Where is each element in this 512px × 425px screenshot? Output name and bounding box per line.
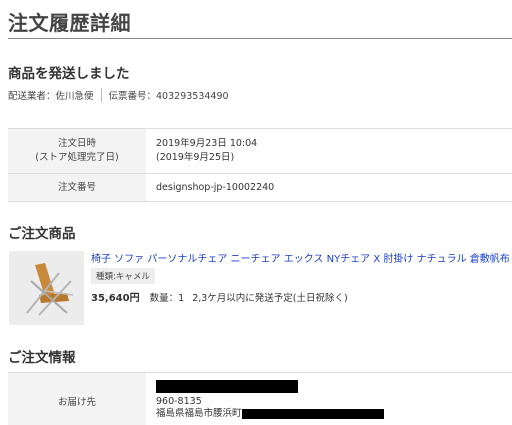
postal-code: 960-8135 bbox=[156, 396, 202, 407]
order-number-label: 注文番号 bbox=[8, 173, 146, 202]
table-row: 注文番号 designshop-jp-10002240 bbox=[8, 173, 512, 202]
order-number-value: designshop-jp-10002240 bbox=[146, 173, 512, 202]
carrier-text: 配送業者：佐川急便 bbox=[8, 91, 94, 102]
title-divider bbox=[8, 38, 512, 39]
shipping-info: 配送業者：佐川急便 伝票番号：403293534490 bbox=[8, 88, 229, 102]
delivery-address-value: 960-8135 福島県福島市腰浜町 bbox=[146, 372, 512, 425]
order-date-label: 注文日時 (ストア処理完了日) bbox=[8, 128, 146, 174]
delivery-address-label: お届け先 bbox=[8, 372, 146, 425]
order-number-label-text: 注文番号 bbox=[57, 181, 96, 193]
order-date-text: 2019年9月23日 10:04 bbox=[156, 138, 258, 149]
product-price: 35,640円 bbox=[91, 293, 140, 304]
store-processed-label-line: (ストア処理完了日) bbox=[35, 152, 119, 163]
product-image[interactable] bbox=[9, 251, 84, 325]
delivery-estimate: 2,3ケ月以内に発送予定(土日祝除く) bbox=[192, 293, 348, 304]
tracking-number: 伝票番号：403293534490 bbox=[108, 91, 229, 102]
product-price-row: 35,640円 数量：1 2,3ケ月以内に発送予定(土日祝除く) bbox=[91, 289, 348, 304]
address-text: 福島県福島市腰浜町 bbox=[156, 408, 242, 419]
ordered-items-heading: ご注文商品 bbox=[8, 226, 76, 242]
chair-icon bbox=[9, 251, 84, 325]
order-number-text: designshop-jp-10002240 bbox=[156, 181, 275, 193]
product-variant-badge: 種類:キャメル bbox=[91, 268, 155, 284]
shipping-separator bbox=[100, 88, 102, 102]
order-date-label-line: 注文日時 bbox=[57, 138, 96, 149]
order-date-value: 2019年9月23日 10:04 (2019年9月25日) bbox=[146, 128, 512, 174]
page-title: 注文履歴詳細 bbox=[8, 11, 131, 35]
store-processed-date-text: (2019年9月25日) bbox=[156, 152, 235, 163]
product-quantity: 数量：1 bbox=[149, 293, 185, 304]
order-info-table: お届け先 960-8135 福島県福島市腰浜町 bbox=[8, 372, 512, 425]
order-details-table: 注文日時 (ストア処理完了日) 2019年9月23日 10:04 (2019年9… bbox=[8, 128, 512, 202]
redacted-recipient-name bbox=[156, 380, 298, 393]
order-info-heading: ご注文情報 bbox=[8, 350, 76, 366]
redacted-address bbox=[241, 408, 384, 419]
product-name-link[interactable]: 椅子 ソファ パーソナルチェア ニーチェア エックス NYチェア X 肘掛け ナ… bbox=[91, 250, 510, 265]
address-line: 福島県福島市腰浜町 bbox=[156, 408, 512, 420]
shipped-heading: 商品を発送しました bbox=[8, 66, 130, 82]
table-row: お届け先 960-8135 福島県福島市腰浜町 bbox=[8, 372, 512, 425]
table-row: 注文日時 (ストア処理完了日) 2019年9月23日 10:04 (2019年9… bbox=[8, 128, 512, 174]
